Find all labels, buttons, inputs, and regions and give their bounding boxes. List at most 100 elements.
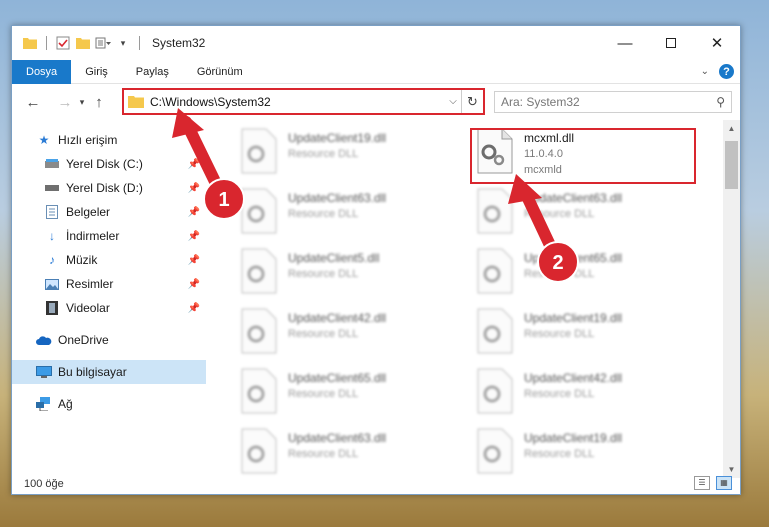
folder-icon (128, 95, 144, 108)
window-title: System32 (152, 36, 206, 50)
tab-giris[interactable]: Giriş (71, 60, 122, 84)
toolbar-divider (46, 36, 47, 50)
file-description: Resource DLL (288, 388, 359, 400)
pin-icon[interactable]: 📌 (188, 303, 200, 314)
dll-file-icon (241, 128, 277, 174)
list-item[interactable]: UpdateClient19.dll Resource DLL (238, 124, 468, 182)
vertical-scrollbar[interactable]: ▲ ▼ (723, 120, 740, 478)
list-item[interactable]: UpdateClient42.dll Resource DLL (474, 364, 704, 422)
tiles-view-icon[interactable]: ▦ (716, 476, 732, 490)
ribbon-tabs: Dosya Giriş Paylaş Görünüm ⌄ ? (12, 59, 740, 84)
sidebar-item-this-pc[interactable]: Bu bilgisayar (12, 360, 206, 384)
help-icon[interactable]: ? (719, 64, 734, 79)
file-description: Resource DLL (524, 328, 595, 340)
list-item[interactable]: UpdateClient5.dll Resource DLL (238, 244, 468, 302)
address-bar[interactable]: C:\Windows\System32 ⌵ ↻ (122, 88, 485, 115)
drive-icon (44, 180, 60, 196)
sidebar-item-label: Videolar (66, 301, 110, 315)
file-name: UpdateClient5.dll (288, 251, 380, 265)
list-item[interactable]: UpdateClient42.dll Resource DLL (238, 304, 468, 362)
download-icon: ↓ (49, 229, 55, 243)
explorer-window: ▾ System32 — ✕ Dosya Giriş Paylaş Görünü… (11, 25, 741, 495)
maximize-icon (666, 38, 676, 48)
sidebar-item-music[interactable]: ♪ Müzik 📌 (12, 248, 206, 272)
sidebar-item-label: Ağ (58, 397, 73, 411)
scroll-thumb[interactable] (725, 141, 738, 189)
sidebar-item-onedrive[interactable]: OneDrive (12, 328, 206, 352)
file-description: Resource DLL (288, 328, 359, 340)
pin-icon[interactable]: 📌 (188, 159, 200, 170)
chevron-down-icon[interactable]: ▾ (115, 35, 131, 51)
new-folder-icon[interactable] (75, 35, 91, 51)
file-name: UpdateClient63.dll (524, 191, 623, 205)
drive-icon (44, 156, 60, 172)
title-bar: ▾ System32 — ✕ (12, 26, 740, 60)
maximize-button[interactable] (648, 26, 694, 60)
refresh-icon: ↻ (467, 93, 478, 109)
list-item[interactable]: UpdateClient19.dll Resource DLL (474, 424, 704, 478)
address-dropdown-icon[interactable]: ⌵ (445, 96, 461, 107)
file-name: UpdateClient63.dll (288, 431, 387, 445)
file-description: Resource DLL (288, 148, 359, 160)
address-path[interactable]: C:\Windows\System32 (150, 95, 445, 109)
sidebar-item-videos[interactable]: Videolar 📌 (12, 296, 206, 320)
pin-icon[interactable]: 📌 (188, 231, 200, 242)
view-switcher: ☰ ▦ (694, 476, 732, 490)
window-controls: — ✕ (602, 26, 740, 60)
navigation-bar: ← → ▾ ↑ C:\Windows\System32 ⌵ ↻ Ara: Sys… (12, 84, 740, 120)
mcxml-highlight-box (470, 128, 696, 184)
list-item[interactable]: UpdateClient63.dll Resource DLL (238, 424, 468, 478)
sidebar-item-downloads[interactable]: ↓ İndirmeler 📌 (12, 224, 206, 248)
toolbar-divider (139, 36, 140, 50)
minimize-button[interactable]: — (602, 26, 648, 60)
tab-dosya[interactable]: Dosya (12, 59, 72, 84)
tab-paylas[interactable]: Paylaş (122, 60, 183, 84)
list-item[interactable]: UpdateClient63.dll Resource DLL (238, 184, 468, 242)
list-item[interactable]: UpdateClient63.dll Resource DLL (474, 184, 704, 242)
back-button[interactable]: ← (22, 91, 44, 113)
customize-icon[interactable] (95, 35, 111, 51)
expand-ribbon-icon[interactable]: ⌄ (701, 66, 709, 77)
properties-icon[interactable] (55, 35, 71, 51)
forward-button[interactable]: → (54, 91, 76, 113)
list-item[interactable]: UpdateClient19.dll Resource DLL (474, 304, 704, 362)
file-description: Resource DLL (524, 208, 595, 220)
cloud-icon (36, 332, 52, 348)
refresh-button[interactable]: ↻ (461, 90, 483, 113)
item-count: 100 öğe (24, 478, 64, 490)
sidebar-item-local-disk-c[interactable]: Yerel Disk (C:) 📌 (12, 152, 206, 176)
folder-icon[interactable] (22, 35, 38, 51)
tab-gorunum[interactable]: Görünüm (183, 60, 257, 84)
sidebar-item-local-disk-d[interactable]: Yerel Disk (D:) 📌 (12, 176, 206, 200)
sidebar-item-documents[interactable]: Belgeler 📌 (12, 200, 206, 224)
chevron-down-icon: ▾ (79, 96, 85, 107)
file-name: UpdateClient65.dll (524, 251, 623, 265)
file-name: UpdateClient19.dll (524, 311, 623, 325)
recent-locations-button[interactable]: ▾ (76, 91, 88, 113)
quick-access-toolbar: ▾ (22, 35, 144, 51)
sidebar-item-label: Yerel Disk (C:) (66, 157, 143, 171)
scroll-up-icon[interactable]: ▲ (723, 120, 740, 137)
pictures-icon (44, 276, 60, 292)
search-input[interactable]: Ara: System32 ⚲ (494, 91, 732, 113)
navigation-pane: ★ Hızlı erişim Yerel Disk (C:) 📌 Yerel D… (12, 126, 206, 466)
sidebar-item-quick-access[interactable]: ★ Hızlı erişim (12, 128, 206, 152)
sidebar-item-network[interactable]: Ağ (12, 392, 206, 416)
dll-file-icon (477, 188, 513, 234)
file-description: Resource DLL (524, 268, 595, 280)
video-icon (44, 300, 60, 316)
sidebar-item-pictures[interactable]: Resimler 📌 (12, 272, 206, 296)
pin-icon[interactable]: 📌 (188, 183, 200, 194)
dll-file-icon (477, 368, 513, 414)
list-item[interactable]: UpdateClient65.dll Resource DLL (474, 244, 704, 302)
pin-icon[interactable]: 📌 (188, 279, 200, 290)
sidebar-item-label: Hızlı erişim (58, 133, 118, 147)
list-item[interactable]: UpdateClient65.dll Resource DLL (238, 364, 468, 422)
file-name: UpdateClient63.dll (288, 191, 387, 205)
pin-icon[interactable]: 📌 (188, 255, 200, 266)
up-button[interactable]: ↑ (88, 91, 110, 113)
details-view-icon[interactable]: ☰ (694, 476, 710, 490)
pin-icon[interactable]: 📌 (188, 207, 200, 218)
close-button[interactable]: ✕ (694, 26, 740, 60)
file-name: UpdateClient42.dll (288, 311, 387, 325)
